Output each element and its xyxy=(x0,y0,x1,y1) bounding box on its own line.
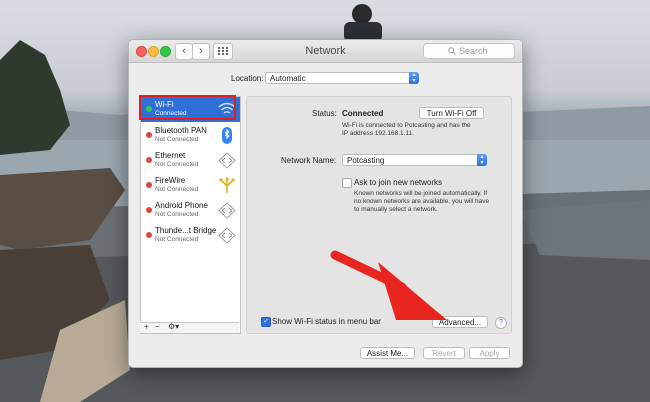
service-status: Not Connected xyxy=(155,136,199,143)
status-dot xyxy=(146,132,152,138)
search-icon xyxy=(448,47,456,55)
status-value: Connected xyxy=(342,109,384,118)
service-list: Wi-Fi Connected Bluetooth PAN Not Connec… xyxy=(140,96,241,334)
ask-join-label: Ask to join new networks xyxy=(354,178,443,187)
turn-wifi-off-button[interactable]: Turn Wi-Fi Off xyxy=(419,107,484,119)
status-description-line1: Wi-Fi is connected to Potcasting and has… xyxy=(342,122,471,129)
ask-join-description-line3: to manually select a network. xyxy=(354,206,438,213)
status-description-line2: IP address 192.168.1.11. xyxy=(342,130,415,137)
location-popup[interactable]: Automatic ▴ ▾ xyxy=(265,72,419,84)
service-name: Thunde...t Bridge xyxy=(155,226,217,235)
menu-bar-checkbox[interactable]: ✓ xyxy=(261,317,271,327)
network-name-label: Network Name: xyxy=(281,156,337,165)
gear-menu-button[interactable]: ⚙▾ xyxy=(168,322,179,331)
search-field[interactable]: Search xyxy=(423,43,515,59)
ethernet-icon xyxy=(218,202,236,219)
status-dot xyxy=(146,182,152,188)
location-value: Automatic xyxy=(270,74,306,83)
ask-join-description-line2: no known networks are available, you wil… xyxy=(354,198,490,205)
apply-button[interactable]: Apply xyxy=(469,347,510,359)
status-dot xyxy=(146,232,152,238)
bluetooth-icon xyxy=(222,127,232,144)
ethernet-icon xyxy=(218,227,236,244)
ethernet-icon xyxy=(218,152,236,169)
highlight-box xyxy=(139,95,236,120)
service-status: Not Connected xyxy=(155,161,199,168)
detail-panel: Status: Connected Turn Wi-Fi Off Wi-Fi i… xyxy=(246,96,512,334)
service-item-firewire[interactable]: FireWire Not Connected xyxy=(141,173,240,198)
status-label: Status: xyxy=(312,109,337,118)
service-status: Not Connected xyxy=(155,211,199,218)
title-bar: ‹ › Network Search xyxy=(129,40,522,63)
ask-join-description-line1: Known networks will be joined automatica… xyxy=(354,190,488,197)
service-name: FireWire xyxy=(155,176,186,185)
service-status: Not Connected xyxy=(155,236,199,243)
service-status: Not Connected xyxy=(155,186,199,193)
network-name-value: Potcasting xyxy=(347,156,385,165)
revert-button[interactable]: Revert xyxy=(423,347,465,359)
advanced-button[interactable]: Advanced... xyxy=(432,316,488,328)
network-preferences-window: ‹ › Network Search Location: Automatic ▴… xyxy=(128,39,523,368)
status-dot xyxy=(146,207,152,213)
service-item-ethernet[interactable]: Ethernet Not Connected xyxy=(141,148,240,173)
service-item-android-phone[interactable]: Android Phone Not Connected xyxy=(141,198,240,223)
network-name-popup[interactable]: Potcasting ▴ ▾ xyxy=(342,154,487,166)
chevron-updown-icon: ▴ ▾ xyxy=(409,72,419,84)
firewire-icon xyxy=(219,177,235,193)
help-button[interactable]: ? xyxy=(495,317,507,329)
service-name: Ethernet xyxy=(155,151,186,160)
service-name: Bluetooth PAN xyxy=(155,126,207,135)
chevron-updown-icon: ▴ ▾ xyxy=(477,154,487,166)
ask-join-checkbox[interactable] xyxy=(342,178,352,188)
search-placeholder: Search xyxy=(459,46,488,56)
assist-me-button[interactable]: Assist Me... xyxy=(360,347,415,359)
service-item-thunderbolt-bridge[interactable]: Thunde...t Bridge Not Connected xyxy=(141,223,240,248)
service-list-controls: + − ⚙▾ xyxy=(140,322,239,333)
remove-service-button[interactable]: − xyxy=(155,322,160,331)
status-dot xyxy=(146,157,152,163)
service-item-bluetooth-pan[interactable]: Bluetooth PAN Not Connected xyxy=(141,123,240,148)
add-service-button[interactable]: + xyxy=(144,322,149,331)
menu-bar-label: Show Wi-Fi status in menu bar xyxy=(272,317,381,326)
service-name: Android Phone xyxy=(155,201,208,210)
location-label: Location: xyxy=(231,74,264,83)
